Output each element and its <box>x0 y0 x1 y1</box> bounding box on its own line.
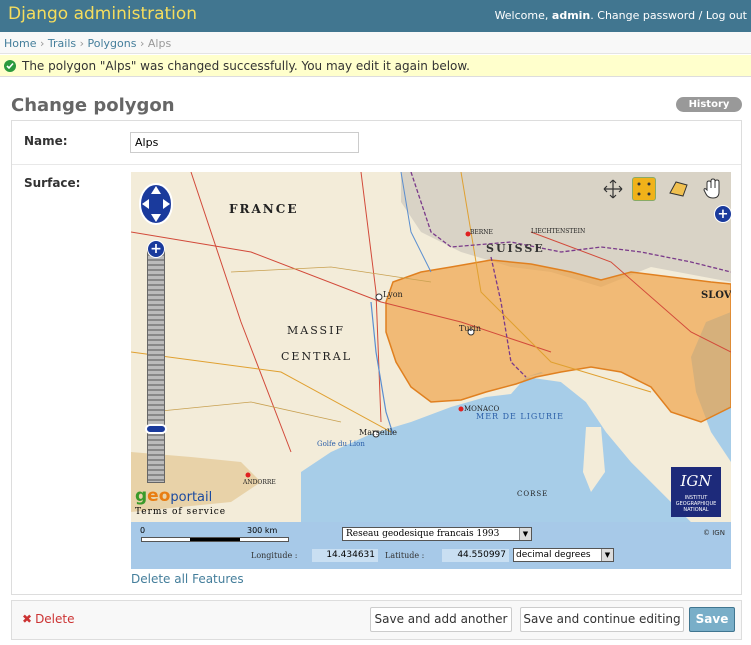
scale-bar <box>141 537 289 542</box>
map-label-central: CENTRAL <box>281 350 352 363</box>
layer-switcher-button[interactable]: + <box>714 205 731 223</box>
success-message: The polygon "Alps" was changed successfu… <box>0 55 751 77</box>
user-tools: Welcome, admin. Change password / Log ou… <box>494 9 747 22</box>
crs-select-value: Reseau geodesique francais 1993 <box>346 529 500 539</box>
map-label-suisse: SUISSE <box>486 242 545 255</box>
longitude-label: Longitude : <box>251 551 298 560</box>
longitude-value: 14.434631 <box>312 549 378 562</box>
map-label-berne: BERNE <box>470 229 493 236</box>
breadcrumb-separator: › <box>139 37 145 50</box>
latitude-label: Latitude : <box>385 551 425 560</box>
site-branding[interactable]: Django administration <box>8 4 197 24</box>
site-header: Django administration Welcome, admin. Ch… <box>0 0 751 32</box>
crs-select[interactable]: Reseau geodesique francais 1993 ▼ <box>342 527 532 541</box>
scale-max-label: 300 km <box>247 526 278 535</box>
success-message-text: The polygon "Alps" was changed successfu… <box>22 59 470 73</box>
geoportail-logo-g: g <box>135 486 148 506</box>
delete-link[interactable]: ✖ Delete <box>22 612 75 626</box>
terms-of-service-link[interactable]: Terms of service <box>135 507 226 517</box>
geoportail-logo-portail: portail <box>170 490 213 505</box>
name-field[interactable] <box>130 132 359 153</box>
name-row: Name: <box>12 121 741 165</box>
page-title: Change polygon <box>11 95 175 116</box>
units-select-value: decimal degrees <box>516 550 591 560</box>
breadcrumb-current: Alps <box>147 37 172 50</box>
zoom-slider-track[interactable] <box>147 248 165 483</box>
delete-all-features-link[interactable]: Delete all Features <box>131 572 244 586</box>
pan-icon[interactable] <box>601 177 625 201</box>
zoom-slider-handle[interactable] <box>145 424 167 434</box>
change-password-link[interactable]: Change password <box>597 9 695 22</box>
map-tiles <box>131 172 731 522</box>
save-button[interactable]: Save <box>689 607 735 632</box>
map-label-corse: CORSE <box>517 490 549 498</box>
breadcrumb-polygons[interactable]: Polygons <box>88 37 137 50</box>
breadcrumb: Home › Trails › Polygons › Alps <box>0 32 751 54</box>
map-label-turin: Turin <box>459 324 482 333</box>
geoportail-logo-e: e <box>147 486 159 506</box>
pan-control[interactable] <box>138 180 174 228</box>
user-tools-separator: / <box>698 9 703 22</box>
drag-hand-icon[interactable] <box>700 177 724 201</box>
ign-logo-subtitle: INSTITUT GEOGRAPHIQUE NATIONAL <box>675 495 717 513</box>
latitude-value: 44.550997 <box>442 549 509 562</box>
map-footer: 0 300 km Reseau geodesique francais 1993… <box>131 522 731 569</box>
ign-logo: IGN INSTITUT GEOGRAPHIQUE NATIONAL <box>671 467 721 517</box>
draw-point-icon[interactable] <box>632 177 656 201</box>
delete-link-label: Delete <box>35 612 75 626</box>
map-label-lyon: Lyon <box>383 290 403 299</box>
geoportail-logo-o: o <box>158 486 171 506</box>
save-and-continue-button[interactable]: Save and continue editing <box>520 607 684 632</box>
submit-row: ✖ Delete Save and add another Save and co… <box>11 600 742 640</box>
map-label-marseille: Marseille <box>359 428 398 437</box>
history-button[interactable]: History <box>676 97 742 112</box>
username: admin <box>551 9 591 22</box>
logout-link[interactable]: Log out <box>706 9 747 22</box>
form-fieldset: Name: Surface: <box>11 120 742 595</box>
chevron-down-icon: ▼ <box>601 549 613 561</box>
ign-copyright: © IGN <box>703 529 725 537</box>
surface-label: Surface: <box>24 176 81 190</box>
map-label-monaco: MONACO <box>464 405 500 413</box>
units-select[interactable]: decimal degrees ▼ <box>513 548 614 562</box>
map-label-mer-ligurie: MER DE LIGURIE <box>476 412 565 421</box>
success-check-icon <box>4 60 16 72</box>
breadcrumb-separator: › <box>79 37 85 50</box>
geoportail-logo: geoportail <box>135 486 230 508</box>
ign-logo-text: IGN <box>680 472 712 490</box>
map-label-andorre: ANDORRE <box>243 479 276 486</box>
delete-icon: ✖ <box>22 612 33 626</box>
map-label-liechtenstein: LIECHTENSTEIN <box>531 228 586 235</box>
zoom-in-button[interactable]: + <box>147 240 165 258</box>
breadcrumb-trails[interactable]: Trails <box>48 37 76 50</box>
map-label-golfe-lion: Golfe du Lion <box>317 440 365 448</box>
breadcrumb-separator: › <box>39 37 45 50</box>
breadcrumb-home[interactable]: Home <box>4 37 36 50</box>
chevron-down-icon: ▼ <box>519 528 531 540</box>
welcome-text: Welcome, <box>494 9 549 22</box>
map-label-france: FRANCE <box>229 202 299 216</box>
draw-polygon-icon[interactable] <box>666 177 690 201</box>
save-and-add-another-button[interactable]: Save and add another <box>370 607 512 632</box>
map-label-slov: SLOV <box>701 290 731 301</box>
name-label: Name: <box>24 134 68 148</box>
scale-zero-label: 0 <box>140 526 146 535</box>
map-widget[interactable]: FRANCE SUISSE MASSIF CENTRAL MER DE LIGU… <box>131 172 731 522</box>
map-label-massif: MASSIF <box>287 324 346 337</box>
